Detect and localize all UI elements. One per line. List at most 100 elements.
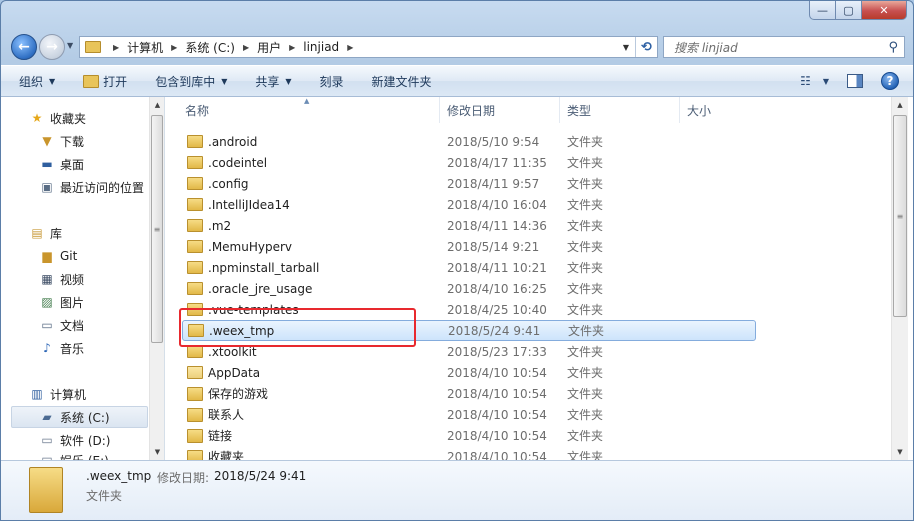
search-input[interactable]: 搜索 linjiad ⚲: [663, 36, 905, 58]
folder-icon: ▆: [42, 249, 52, 263]
change-view-button[interactable]: ☷ ▼: [800, 74, 829, 88]
table-row[interactable]: 保存的游戏 2018/4/10 10:54 文件夹: [169, 383, 891, 404]
maximize-button[interactable]: ▢: [836, 1, 862, 20]
nav-documents-label: 文档: [60, 318, 85, 333]
file-date: 2018/4/10 10:54: [447, 428, 547, 443]
table-row[interactable]: .config 2018/4/11 9:57 文件夹: [169, 173, 891, 194]
address-bar[interactable]: ▶ 计算机 ▶ 系统 (C:) ▶ 用户 ▶ linjiad ▶ ▼ ⟲: [79, 36, 658, 58]
nav-videos[interactable]: ▦ 视频: [39, 268, 84, 290]
column-header-type[interactable]: 类型: [560, 97, 680, 123]
table-row[interactable]: .android 2018/5/10 9:54 文件夹: [169, 131, 891, 152]
new-folder-button[interactable]: 新建文件夹: [372, 73, 432, 90]
help-icon: ?: [886, 74, 894, 88]
organize-label: 组织: [19, 74, 44, 89]
nav-favorites-label: 收藏夹: [50, 111, 87, 126]
scroll-down-button[interactable]: ▼: [892, 444, 908, 460]
table-row[interactable]: AppData 2018/4/10 10:54 文件夹: [169, 362, 891, 383]
table-row[interactable]: 链接 2018/4/10 10:54 文件夹: [169, 425, 891, 446]
chevron-right-icon[interactable]: ▶: [289, 43, 295, 52]
nav-documents[interactable]: ▭ 文档: [39, 314, 84, 336]
file-type: 文件夹: [567, 261, 604, 275]
table-row[interactable]: .MemuHyperv 2018/5/14 9:21 文件夹: [169, 236, 891, 257]
address-history-dropdown[interactable]: ▼: [617, 37, 635, 57]
nav-recent[interactable]: ▣ 最近访问的位置: [39, 176, 144, 198]
column-header-size[interactable]: 大小: [680, 97, 800, 123]
nav-downloads[interactable]: ▼ 下载: [39, 130, 84, 152]
nav-software-d[interactable]: ▭ 软件 (D:): [39, 429, 110, 451]
drive-icon: ▰: [42, 410, 52, 424]
details-name: .weex_tmp: [86, 469, 152, 483]
nav-computer[interactable]: ▥ 计算机: [29, 383, 86, 405]
folder-icon: [187, 240, 203, 253]
file-list-scrollbar[interactable]: ▲ ≡ ▼: [891, 97, 908, 460]
file-type: 文件夹: [567, 156, 604, 170]
file-type: 文件夹: [567, 219, 604, 233]
column-header-name[interactable]: 名称 ▲: [169, 97, 440, 123]
breadcrumb-users[interactable]: 用户: [257, 39, 281, 56]
nav-git[interactable]: ▆ Git: [39, 245, 77, 267]
arrow-right-icon: →: [46, 39, 58, 55]
table-row[interactable]: 收藏夹 2018/4/10 10:54 文件夹: [169, 446, 891, 460]
refresh-icon: ⟲: [641, 39, 652, 55]
folder-icon: [187, 198, 203, 211]
nav-music[interactable]: ♪ 音乐: [39, 337, 84, 359]
table-row[interactable]: .IntelliJIdea14 2018/4/10 16:04 文件夹: [169, 194, 891, 215]
file-name: 链接: [208, 429, 233, 443]
video-icon: ▦: [41, 272, 53, 286]
scroll-up-button[interactable]: ▲: [892, 97, 908, 113]
scroll-up-button[interactable]: ▲: [150, 97, 165, 113]
organize-button[interactable]: 组织 ▼: [19, 73, 55, 90]
file-scroll-thumb[interactable]: ≡: [893, 115, 907, 317]
preview-pane-button[interactable]: [847, 74, 863, 88]
file-type: 文件夹: [567, 450, 604, 460]
nav-pictures[interactable]: ▨ 图片: [39, 291, 84, 313]
chevron-right-icon[interactable]: ▶: [347, 43, 353, 52]
file-name: .android: [208, 134, 258, 149]
file-name: .oracle_jre_usage: [208, 281, 313, 296]
details-pane: .weex_tmp 修改日期: 2018/5/24 9:41 文件夹: [1, 460, 913, 520]
back-button[interactable]: ←: [11, 34, 37, 60]
minimize-button[interactable]: —: [809, 1, 836, 20]
open-button[interactable]: 打开: [83, 73, 127, 90]
chevron-right-icon[interactable]: ▶: [113, 43, 119, 52]
close-button[interactable]: ✕: [862, 1, 907, 20]
forward-button[interactable]: →: [39, 34, 65, 60]
explorer-window: — ▢ ✕ ← → ▼ ▶ 计算机 ▶ 系统 (C:) ▶ 用户 ▶ linji…: [0, 0, 914, 521]
content-area: ★ 收藏夹 ▼ 下载 ▬ 桌面 ▣ 最近访问的位置 ▤ 库 ▆ Git ▦ 视频…: [1, 97, 913, 462]
column-header-date[interactable]: 修改日期: [440, 97, 560, 123]
nav-software-d-label: 软件 (D:): [60, 433, 111, 448]
file-rows: .android 2018/5/10 9:54 文件夹 .codeintel 2018…: [169, 131, 891, 460]
new-folder-label: 新建文件夹: [371, 74, 432, 89]
folder-icon: [187, 366, 203, 379]
table-row[interactable]: .codeintel 2018/4/17 11:35 文件夹: [169, 152, 891, 173]
folder-icon: [187, 219, 203, 232]
annotation-highlight: [179, 308, 416, 347]
nav-scrollbar[interactable]: ▲ ≡ ▼: [149, 97, 164, 460]
scroll-down-button[interactable]: ▼: [150, 444, 165, 460]
share-button[interactable]: 共享 ▼: [255, 73, 291, 90]
file-type: 文件夹: [567, 366, 604, 380]
include-library-button[interactable]: 包含到库中 ▼: [155, 73, 227, 90]
breadcrumb-system-c[interactable]: 系统 (C:): [185, 39, 235, 56]
file-date: 2018/5/23 17:33: [447, 344, 547, 359]
column-type-label: 类型: [567, 103, 592, 118]
recent-pages-dropdown[interactable]: ▼: [67, 41, 73, 50]
chevron-right-icon[interactable]: ▶: [243, 43, 249, 52]
help-button[interactable]: ?: [881, 72, 899, 90]
nav-libraries[interactable]: ▤ 库: [29, 222, 62, 244]
nav-system-c[interactable]: ▰ 系统 (C:): [11, 406, 148, 428]
breadcrumb-computer[interactable]: 计算机: [127, 39, 163, 56]
nav-favorites[interactable]: ★ 收藏夹: [29, 107, 86, 129]
table-row[interactable]: .m2 2018/4/11 14:36 文件夹: [169, 215, 891, 236]
nav-scroll-thumb[interactable]: ≡: [151, 115, 163, 343]
breadcrumb-linjiad[interactable]: linjiad: [303, 40, 339, 54]
table-row[interactable]: 联系人 2018/4/10 10:54 文件夹: [169, 404, 891, 425]
refresh-button[interactable]: ⟲: [635, 37, 657, 57]
table-row[interactable]: .npminstall_tarball 2018/4/11 10:21 文件夹: [169, 257, 891, 278]
search-icon[interactable]: ⚲: [888, 40, 898, 55]
nav-desktop[interactable]: ▬ 桌面: [39, 153, 84, 175]
table-row[interactable]: .oracle_jre_usage 2018/4/10 16:25 文件夹: [169, 278, 891, 299]
column-size-label: 大小: [687, 103, 712, 118]
chevron-right-icon[interactable]: ▶: [171, 43, 177, 52]
burn-button[interactable]: 刻录: [320, 73, 344, 90]
